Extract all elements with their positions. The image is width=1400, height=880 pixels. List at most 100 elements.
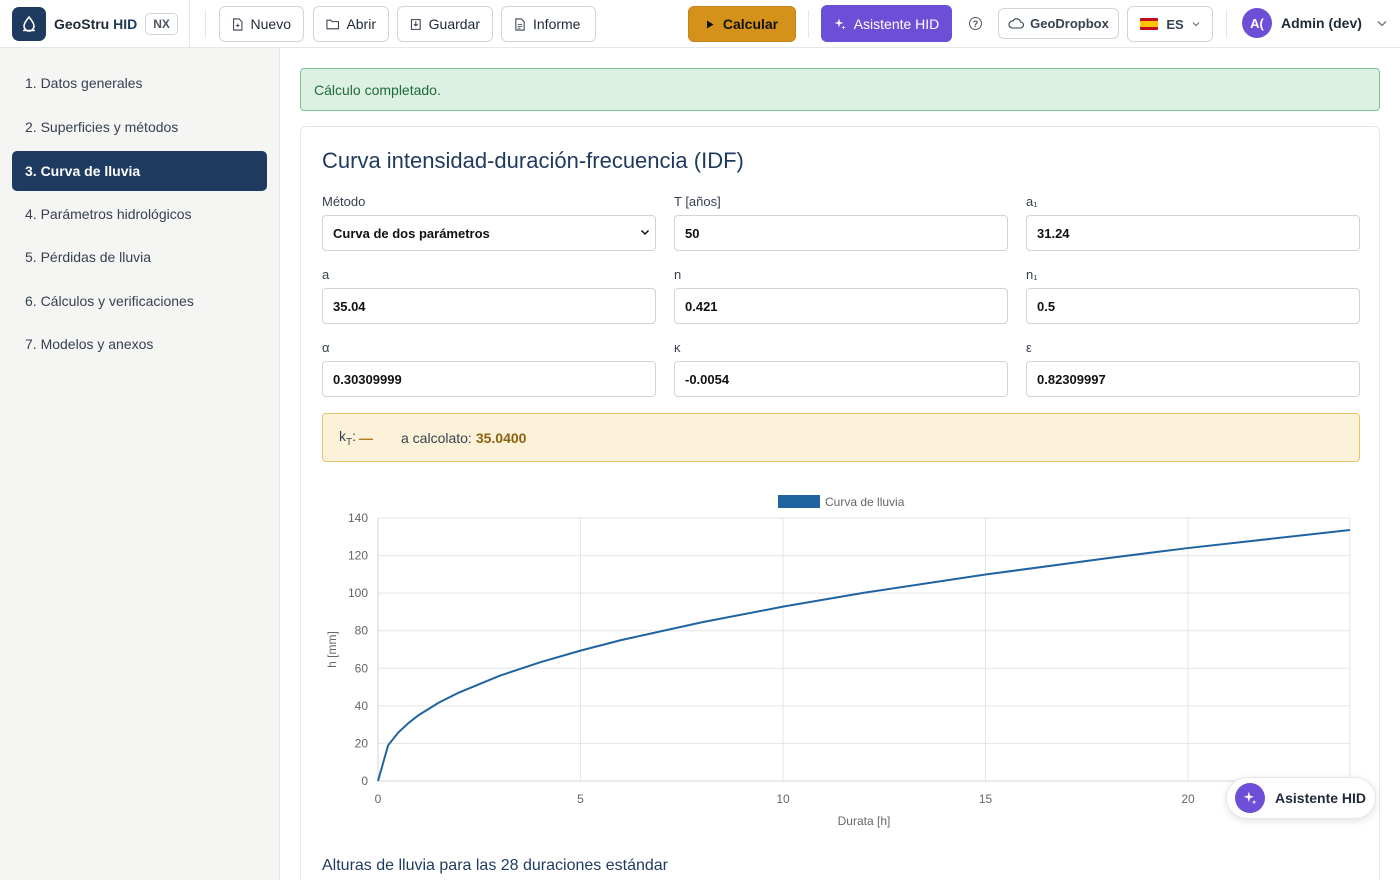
save-button[interactable]: Guardar <box>397 6 493 42</box>
n1-value: 0.5 <box>1037 298 1056 314</box>
geodropbox-label: GeoDropbox <box>1030 16 1109 31</box>
assistant-button-label: Asistente HID <box>853 15 940 32</box>
avatar: A( <box>1242 8 1272 38</box>
toolbar-divider <box>1226 10 1227 38</box>
save-icon <box>410 18 421 30</box>
language-code: ES <box>1166 16 1184 32</box>
a1-value: 31.24 <box>1037 225 1070 241</box>
geodropbox-button[interactable]: GeoDropbox <box>998 8 1119 39</box>
a-value: 35.04 <box>333 298 366 314</box>
a-calculated-label: a calcolato: <box>401 429 472 446</box>
user-menu[interactable]: A( Admin (dev) <box>1242 8 1387 38</box>
kt-info-box: kT: — a calcolato: 35.0400 <box>322 413 1360 462</box>
help-icon[interactable]: ? <box>969 17 982 30</box>
a1-input[interactable]: 31.24 <box>1026 215 1360 251</box>
y-tick-label: 120 <box>348 549 368 563</box>
epsilon-input[interactable]: 0.82309997 <box>1026 361 1360 397</box>
user-name: Admin (dev) <box>1281 15 1362 31</box>
page-title: Curva intensidad-duración-frecuencia (ID… <box>322 148 744 173</box>
legend-swatch <box>778 495 820 508</box>
sidebar-item-calculations[interactable]: 6. Cálculos y verificaciones <box>12 281 267 321</box>
x-tick-label: 10 <box>776 792 790 806</box>
epsilon-label: ε <box>1026 340 1032 355</box>
n-value: 0.421 <box>685 298 718 314</box>
sidebar: 1. Datos generales 2. Superficies y méto… <box>0 48 280 880</box>
sidebar-item-label: 5. Pérdidas de lluvia <box>25 249 152 265</box>
calculate-button-label: Calcular <box>722 16 779 32</box>
y-tick-label: 80 <box>355 624 369 638</box>
alpha-label: α <box>322 340 330 355</box>
brand: GeoStru HID NX <box>0 0 190 48</box>
sidebar-item-rain-curve[interactable]: 3. Curva de lluvia <box>12 151 267 191</box>
epsilon-value: 0.82309997 <box>1037 371 1106 387</box>
report-icon <box>515 17 525 31</box>
x-tick-label: 5 <box>577 792 584 806</box>
alpha-value: 0.30309999 <box>333 371 402 387</box>
a1-label: a₁ <box>1026 194 1038 209</box>
drop-icon <box>23 15 35 32</box>
alert-message: Cálculo completado. <box>314 81 441 98</box>
y-tick-label: 60 <box>355 661 369 675</box>
sidebar-item-label: 3. Curva de lluvia <box>25 163 141 179</box>
sidebar-item-models-annexes[interactable]: 7. Modelos y anexos <box>12 324 267 364</box>
sidebar-item-label: 1. Datos generales <box>25 75 143 91</box>
sparkle-icon <box>834 18 846 29</box>
sidebar-item-label: 7. Modelos y anexos <box>25 336 154 352</box>
language-selector[interactable]: ES <box>1127 6 1213 42</box>
a-input[interactable]: 35.04 <box>322 288 656 324</box>
n-label: n <box>674 267 682 282</box>
app-header: GeoStru HID NX Nuevo Abrir Guardar Infor… <box>0 0 1400 48</box>
assistant-fab[interactable]: Asistente HID <box>1226 777 1376 819</box>
method-select[interactable]: Curva de dos parámetros <box>322 215 656 251</box>
idf-card: Curva intensidad-duración-frecuencia (ID… <box>300 126 1380 880</box>
n1-label: n₁ <box>1026 267 1038 282</box>
report-button-label: Informe <box>533 16 581 32</box>
alpha-input[interactable]: 0.30309999 <box>322 361 656 397</box>
report-button[interactable]: Informe <box>501 6 596 42</box>
new-file-icon <box>233 17 243 31</box>
new-button-label: Nuevo <box>250 16 291 32</box>
assistant-fab-label: Asistente HID <box>1275 790 1367 806</box>
n1-input[interactable]: 0.5 <box>1026 288 1360 324</box>
cloud-icon <box>1008 18 1025 29</box>
kt-label: kT: <box>339 427 356 448</box>
sidebar-item-general-data[interactable]: 1. Datos generales <box>12 63 267 103</box>
method-label: Método <box>322 194 366 209</box>
return-period-label: T [años] <box>674 194 721 209</box>
x-tick-label: 0 <box>375 792 382 806</box>
return-period-input[interactable]: 50 <box>674 215 1008 251</box>
return-period-value: 50 <box>685 225 700 241</box>
y-tick-label: 0 <box>361 774 368 788</box>
n-input[interactable]: 0.421 <box>674 288 1008 324</box>
sidebar-item-surfaces-methods[interactable]: 2. Superficies y métodos <box>12 107 267 147</box>
chevron-down-icon <box>1377 20 1387 26</box>
save-button-label: Guardar <box>428 16 480 32</box>
edition-badge: NX <box>145 12 178 35</box>
calculate-button[interactable]: Calcular <box>688 6 796 42</box>
y-axis-label: h [mm] <box>325 631 339 668</box>
app-logo[interactable] <box>12 6 46 41</box>
idf-chart: 0 20 40 60 80 100 120 140 0 5 10 15 20 Durata [h] h [m… <box>321 485 1361 838</box>
folder-icon <box>326 19 340 29</box>
x-tick-label: 15 <box>979 792 993 806</box>
y-tick-label: 20 <box>355 736 369 750</box>
app-name: GeoStru HID <box>54 15 138 32</box>
chevron-down-icon <box>1192 22 1200 27</box>
toolbar-divider <box>808 10 809 38</box>
kappa-value: -0.0054 <box>685 371 730 387</box>
new-button[interactable]: Nuevo <box>219 6 304 42</box>
assistant-button[interactable]: Asistente HID <box>821 5 952 42</box>
chevron-down-icon <box>640 229 650 236</box>
idf-chart-svg: 0 20 40 60 80 100 120 140 0 5 10 15 20 Durata [h] h [m… <box>325 495 1351 828</box>
sidebar-item-rain-losses[interactable]: 5. Pérdidas de lluvia <box>12 237 267 277</box>
a-label: a <box>322 267 330 282</box>
kt-value: — <box>359 429 373 446</box>
kappa-input[interactable]: -0.0054 <box>674 361 1008 397</box>
x-axis-label: Durata [h] <box>838 814 891 828</box>
open-button[interactable]: Abrir <box>313 6 389 42</box>
spain-flag-icon <box>1140 18 1159 30</box>
legend-label: Curva de lluvia <box>825 495 905 509</box>
sidebar-item-hydrologic-params[interactable]: 4. Parámetros hidrológicos <box>12 194 267 234</box>
y-tick-label: 40 <box>355 699 369 713</box>
sidebar-item-label: 2. Superficies y métodos <box>25 119 179 135</box>
